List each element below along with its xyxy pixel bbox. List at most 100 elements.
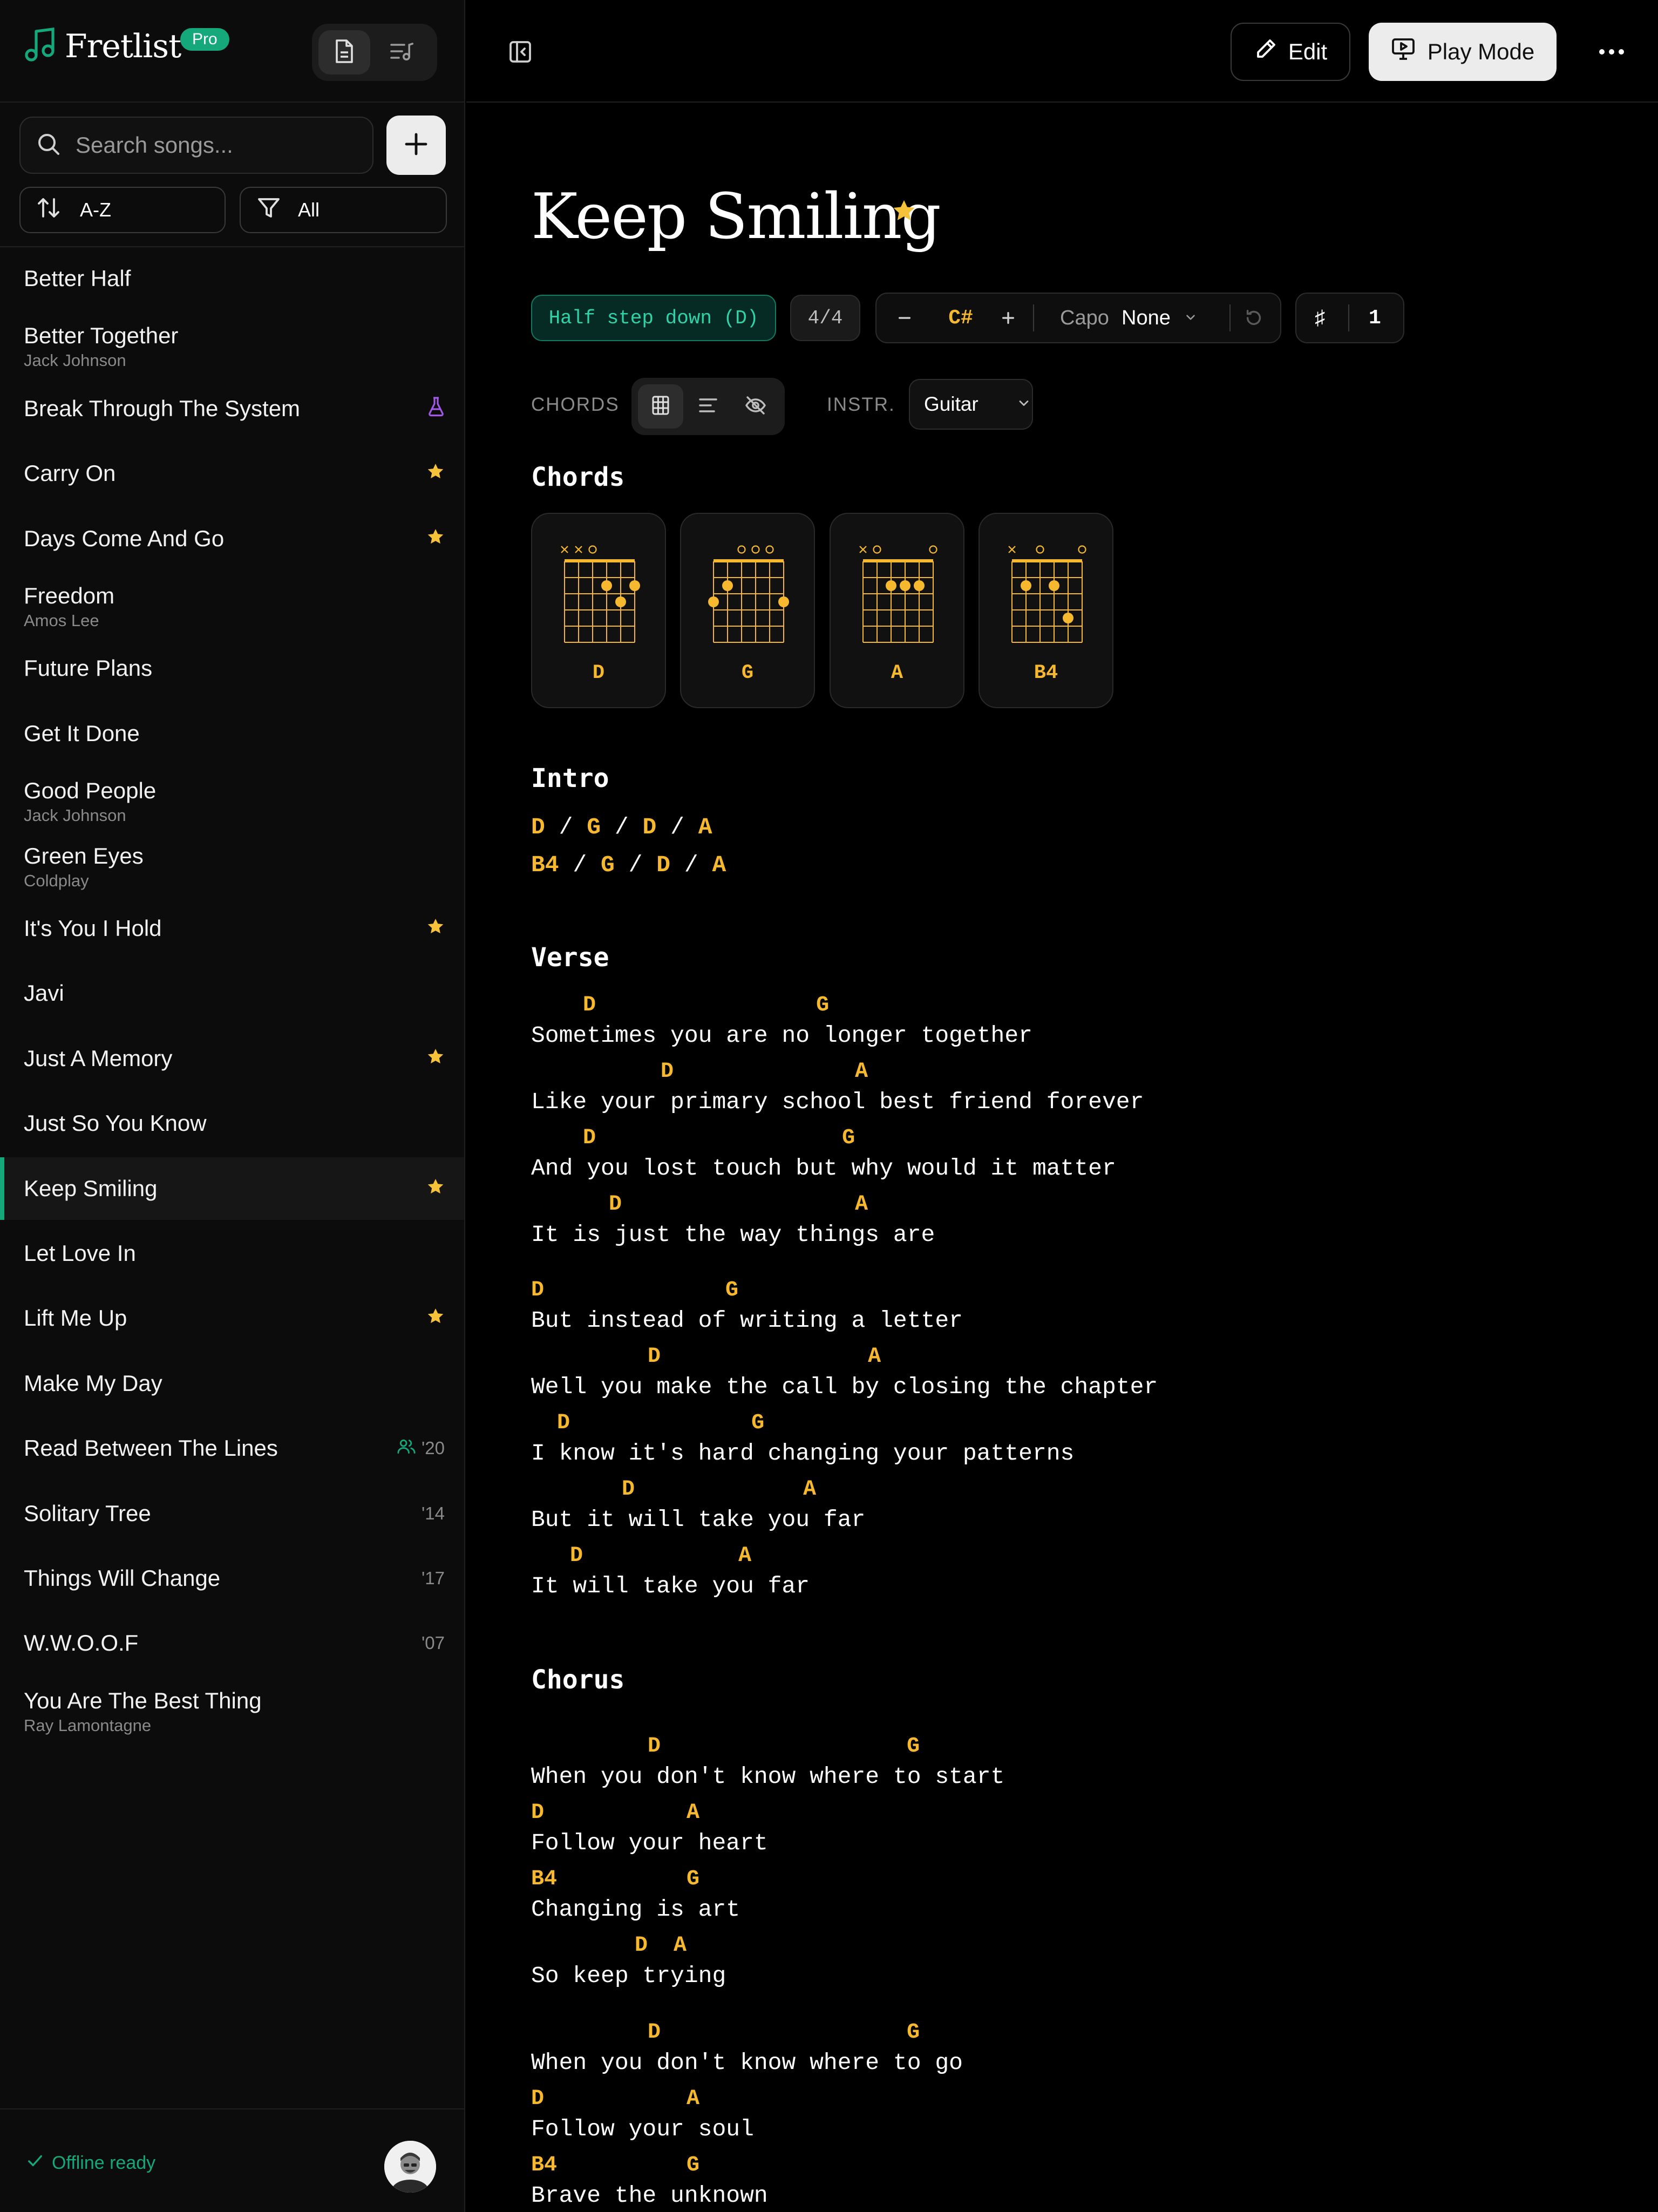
intro-chord[interactable]: G (601, 852, 615, 878)
lyric-line: It will take you far (531, 1573, 810, 1599)
setlist-view-button[interactable] (376, 30, 427, 74)
add-song-button[interactable] (386, 116, 446, 175)
song-list-item[interactable]: Things Will Change '17 (0, 1547, 464, 1610)
instrument-value: Guitar (924, 393, 979, 415)
capo-select[interactable]: None (1122, 294, 1198, 342)
chevron-down-icon (1184, 307, 1198, 330)
chord-line[interactable]: D A (531, 1801, 699, 1825)
chord-line[interactable]: D A (531, 1060, 868, 1084)
song-indicators: '07 (422, 1612, 445, 1674)
song-indicators: '14 (422, 1482, 445, 1545)
song-list-item[interactable]: Keep Smiling (0, 1157, 464, 1220)
song-title: Make My Day (24, 1370, 162, 1396)
chord-card[interactable]: B4 (979, 513, 1113, 708)
app-logo[interactable]: Fretlist (24, 27, 181, 65)
song-list-item[interactable]: Freedom Amos Lee (0, 572, 464, 635)
avatar[interactable] (384, 2141, 436, 2193)
chord-name: B4 (1034, 662, 1058, 684)
chord-line[interactable]: B4 G (531, 2153, 699, 2177)
chord-line[interactable]: D A (531, 1345, 881, 1369)
song-list-item[interactable]: Read Between The Lines '20 (0, 1417, 464, 1480)
accidental-toggle[interactable]: ♯ (1315, 294, 1325, 342)
song-list-item[interactable]: It's You I Hold (0, 897, 464, 960)
chord-diagram (561, 545, 640, 643)
chord-line[interactable]: D A (531, 1192, 868, 1217)
lyric-line: When you don't know where to go (531, 2050, 963, 2076)
chord-hidden-mode-button[interactable] (733, 384, 778, 429)
song-list-item[interactable]: Solitary Tree '14 (0, 1482, 464, 1545)
song-list-item[interactable]: Good People Jack Johnson (0, 767, 464, 830)
search-input[interactable] (74, 132, 366, 159)
chord-line[interactable]: D G (531, 1734, 920, 1759)
chord-line[interactable]: D G (531, 1411, 764, 1435)
song-list-item[interactable]: Break Through The System (0, 377, 464, 440)
chord-diagram-mode-button[interactable] (638, 384, 683, 429)
chord-line[interactable]: D A (531, 1477, 816, 1502)
bar-separator: / (670, 852, 712, 878)
chord-line[interactable]: D G (531, 1126, 855, 1150)
song-list-item[interactable]: Just A Memory (0, 1027, 464, 1090)
chord-inline-mode-button[interactable] (685, 384, 731, 429)
search-box (19, 117, 373, 174)
chord-line[interactable]: D G (531, 1278, 738, 1302)
song-list-item[interactable]: W.W.O.O.F '07 (0, 1612, 464, 1674)
key-divider (1033, 304, 1034, 331)
accidental-count[interactable]: 1 (1369, 294, 1381, 342)
filter-button[interactable]: All (240, 187, 447, 233)
chord-line[interactable]: D G (531, 993, 829, 1017)
transpose-up-button[interactable] (996, 294, 1020, 342)
users-icon (397, 1437, 416, 1459)
sidebar-footer: Offline ready (0, 2108, 464, 2212)
intro-chord[interactable]: D (531, 814, 545, 840)
song-indicators (426, 1157, 445, 1220)
intro-chord[interactable]: A (698, 814, 712, 840)
reset-icon[interactable] (1244, 294, 1264, 342)
intro-line: D / G / D / A (531, 814, 712, 840)
song-list-item[interactable]: Get It Done (0, 702, 464, 765)
chord-card[interactable]: A (830, 513, 964, 708)
transpose-down-button[interactable] (893, 294, 916, 342)
intro-chord[interactable]: G (587, 814, 601, 840)
song-indicators (426, 507, 445, 570)
verse-heading: Verse (531, 942, 609, 973)
tuning-badge[interactable]: Half step down (D) (531, 295, 776, 341)
play-mode-button[interactable]: Play Mode (1369, 23, 1557, 81)
chord-line[interactable]: B4 G (531, 1867, 699, 1891)
sidebar-toggle-icon[interactable] (507, 39, 533, 67)
song-list-item[interactable]: Better Together Jack Johnson (0, 312, 464, 375)
chord-card[interactable]: G (680, 513, 815, 708)
song-list-item[interactable]: Better Half (0, 247, 464, 310)
lyric-line: Sometimes you are no longer together (531, 1022, 1032, 1049)
song-list-item[interactable]: Javi (0, 962, 464, 1024)
chord-line[interactable]: D A (531, 1544, 751, 1568)
intro-chord[interactable]: B4 (531, 852, 559, 878)
intro-chord[interactable]: A (712, 852, 726, 878)
song-list-item[interactable]: Make My Day (0, 1352, 464, 1415)
chord-line[interactable]: D A (531, 1933, 687, 1958)
song-list-item[interactable]: Lift Me Up (0, 1287, 464, 1349)
intro-chord[interactable]: D (642, 814, 656, 840)
capo-value: None (1122, 306, 1171, 329)
lyric-line: So keep trying (531, 1963, 726, 1989)
check-icon (27, 2153, 43, 2174)
more-options-icon[interactable] (1592, 32, 1631, 71)
song-list-item[interactable]: Future Plans (0, 637, 464, 700)
song-year: '20 (421, 1438, 445, 1458)
intro-chord[interactable]: D (656, 852, 670, 878)
favorite-star-icon[interactable] (892, 199, 916, 225)
song-list-item[interactable]: Carry On (0, 442, 464, 505)
song-list-item[interactable]: You Are The Best Thing Ray Lamontagne (0, 1677, 464, 1740)
time-signature-badge[interactable]: 4/4 (790, 295, 860, 341)
chord-line[interactable]: D A (531, 2087, 699, 2111)
song-list-item[interactable]: Green Eyes Coldplay (0, 832, 464, 895)
instrument-select[interactable]: Guitar (909, 379, 1033, 430)
star-icon (426, 918, 445, 939)
song-list-item[interactable]: Days Come And Go (0, 507, 464, 570)
chord-card[interactable]: D (531, 513, 666, 708)
song-list-item[interactable]: Just So You Know (0, 1092, 464, 1155)
chord-line[interactable]: D G (531, 2020, 920, 2045)
document-view-button[interactable] (318, 30, 370, 74)
sort-button[interactable]: A-Z (19, 187, 226, 233)
edit-button[interactable]: Edit (1231, 23, 1350, 81)
song-list-item[interactable]: Let Love In (0, 1222, 464, 1285)
